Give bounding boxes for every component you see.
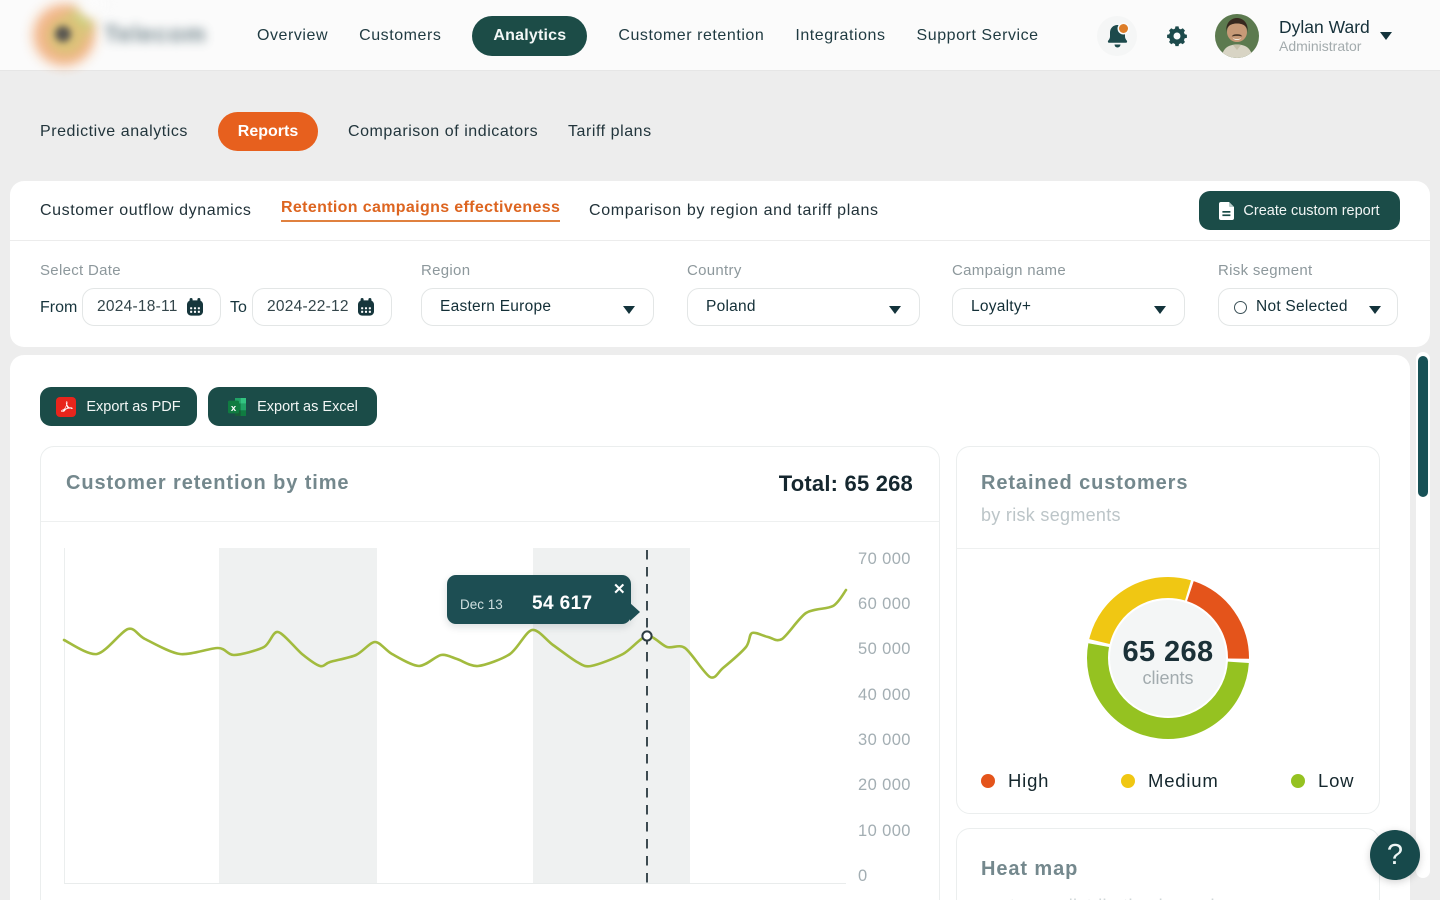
svg-text:x: x	[231, 403, 237, 414]
